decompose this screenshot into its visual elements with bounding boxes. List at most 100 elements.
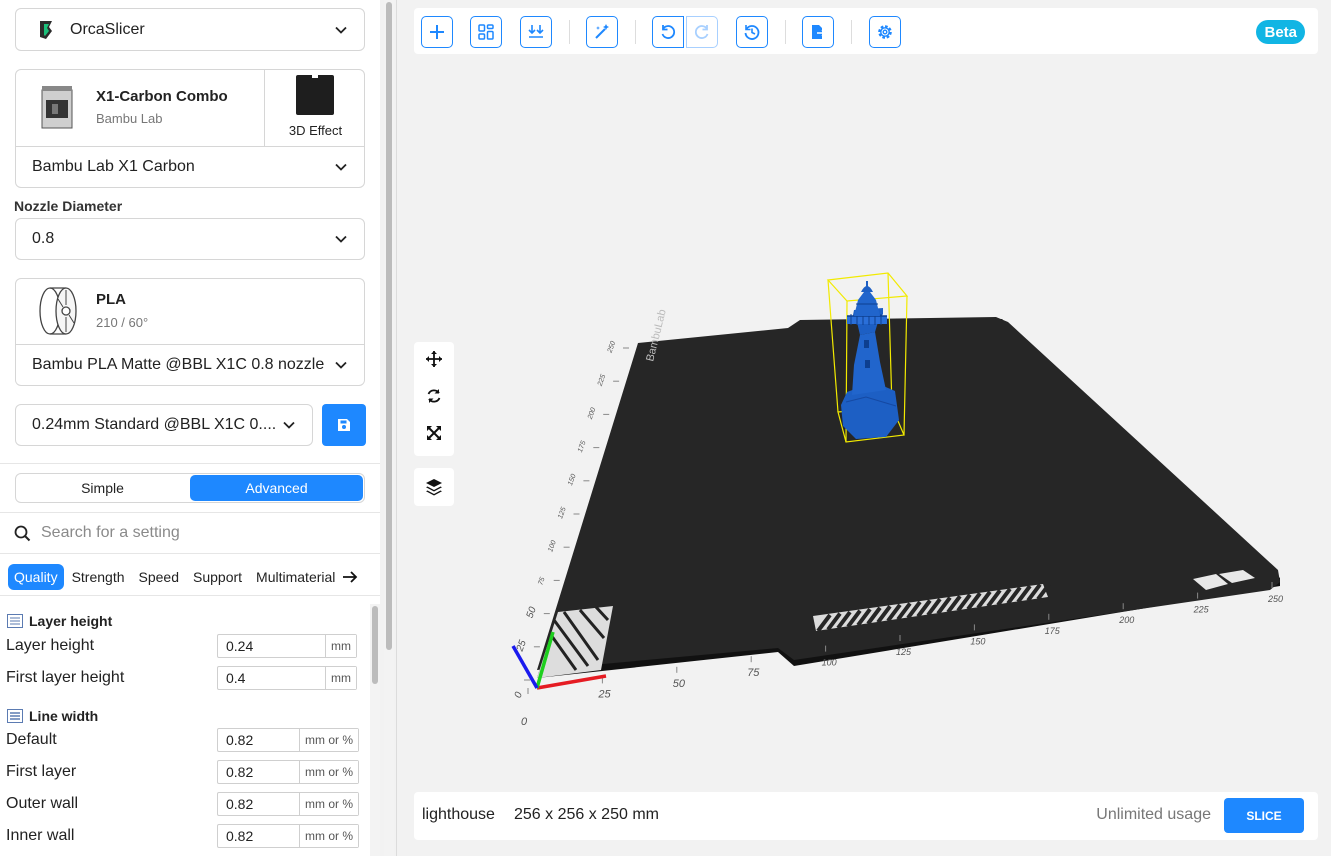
usage-label: Unlimited usage xyxy=(1096,806,1211,823)
tab-support[interactable]: Support xyxy=(187,564,248,590)
arrow-right-icon[interactable] xyxy=(342,570,358,584)
setting-label: Inner wall xyxy=(6,827,75,844)
3d-viewport[interactable]: BambuLab 2550751001251501752002252500 02… xyxy=(398,60,1331,790)
drop-to-bed-button[interactable] xyxy=(520,16,552,48)
setting-label: First layer xyxy=(6,763,77,780)
line-width-icon xyxy=(7,709,23,723)
printer-name: X1-Carbon Combo xyxy=(96,88,228,105)
beta-badge: Beta xyxy=(1256,20,1305,44)
object-size: 256 x 256 x 250 mm xyxy=(514,806,659,823)
rotate-tool[interactable] xyxy=(424,386,444,406)
x-axis-tick-label: 100 xyxy=(822,658,837,668)
nozzle-diameter-select[interactable]: 0.8 xyxy=(15,218,365,260)
chevron-down-icon xyxy=(335,26,347,34)
printer-model-label: Bambu Lab X1 Carbon xyxy=(32,158,195,175)
setting-label: Outer wall xyxy=(6,795,79,812)
settings-tabs: Quality Strength Speed Support Multimate… xyxy=(0,558,380,596)
tab-strength[interactable]: Strength xyxy=(66,564,131,590)
download-to-bed-icon xyxy=(528,25,544,38)
line-width-first-layer-field[interactable]: 0.82 mm or % xyxy=(217,760,359,784)
settings-scrollbar[interactable] xyxy=(370,604,380,856)
rotate-icon xyxy=(427,389,441,403)
search-icon xyxy=(14,525,31,541)
settings-list: Layer height Layer height 0.24 mm First … xyxy=(0,604,368,856)
y-axis-tick-label: 150 xyxy=(567,473,578,486)
filament-type: PLA xyxy=(96,291,126,308)
printer-thumbnail-icon xyxy=(41,86,73,129)
printer-model-select[interactable]: Bambu Lab X1 Carbon xyxy=(16,147,364,187)
x-axis-tick-label: 0 xyxy=(521,716,528,728)
x-axis-tick-label: 125 xyxy=(896,647,912,657)
redo-icon xyxy=(694,25,709,39)
plate-type-button[interactable]: 3D Effect xyxy=(264,70,366,146)
first-layer-height-field[interactable]: 0.4 mm xyxy=(217,666,357,690)
tab-multimaterial[interactable]: Multimaterial xyxy=(250,564,338,590)
y-axis-tick-label: 175 xyxy=(577,440,588,453)
chevron-down-icon xyxy=(335,361,347,369)
export-button[interactable] xyxy=(802,16,834,48)
section-line-width: Line width xyxy=(7,708,98,724)
printer-card: X1-Carbon Combo Bambu Lab 3D Effect Bamb… xyxy=(15,69,365,188)
settings-search-input[interactable] xyxy=(39,523,343,543)
line-width-outer-wall-field[interactable]: 0.82 mm or % xyxy=(217,792,359,816)
auto-orient-button[interactable] xyxy=(586,16,618,48)
setting-label: Layer height xyxy=(6,637,95,654)
line-width-inner-wall-field[interactable]: 0.82 mm or % xyxy=(217,824,359,848)
setting-label: Default xyxy=(6,731,57,748)
tab-quality[interactable]: Quality xyxy=(8,563,64,590)
fullscreen-icon xyxy=(427,426,441,440)
grid-icon xyxy=(478,24,494,40)
move-arrows-icon xyxy=(426,351,442,367)
file-export-icon xyxy=(812,25,826,39)
history-button[interactable] xyxy=(736,16,768,48)
y-axis-tick-label: 125 xyxy=(557,506,568,519)
save-profile-button[interactable] xyxy=(322,404,366,446)
magic-wand-icon xyxy=(595,24,609,39)
app-selector-label: OrcaSlicer xyxy=(70,20,145,38)
redo-button[interactable] xyxy=(686,16,718,48)
line-width-default-field[interactable]: 0.82 mm or % xyxy=(217,728,359,752)
y-axis-tick-label: 75 xyxy=(537,576,546,586)
x-axis-tick-label: 150 xyxy=(970,636,985,646)
mode-advanced-button[interactable]: Advanced xyxy=(190,475,363,501)
plus-icon xyxy=(430,25,444,39)
object-name: lighthouse xyxy=(422,806,495,823)
view-tools xyxy=(414,342,454,456)
process-profile-select[interactable]: 0.24mm Standard @BBL X1C 0.... xyxy=(15,404,313,446)
sidebar-scrollbar[interactable] xyxy=(384,0,394,856)
x-axis-tick-label: 225 xyxy=(1193,605,1210,615)
top-toolbar: Beta xyxy=(414,8,1318,54)
move-tool[interactable] xyxy=(424,349,444,369)
scale-tool[interactable] xyxy=(424,423,444,443)
tab-speed[interactable]: Speed xyxy=(133,564,185,590)
x-axis-tick-label: 200 xyxy=(1118,615,1134,625)
undo-button[interactable] xyxy=(652,16,684,48)
nozzle-diameter-value: 0.8 xyxy=(32,230,55,247)
x-axis-tick-label: 250 xyxy=(1267,594,1283,604)
y-axis-tick-label: 250 xyxy=(606,340,617,354)
layer-height-icon xyxy=(7,614,23,628)
history-icon xyxy=(744,25,760,40)
layers-icon xyxy=(426,479,442,496)
slice-button[interactable]: SLICE xyxy=(1224,798,1304,833)
layers-button[interactable] xyxy=(414,468,454,506)
mode-simple-button[interactable]: Simple xyxy=(16,474,189,502)
plate-type-label: 3D Effect xyxy=(288,123,343,138)
arrange-button[interactable] xyxy=(470,16,502,48)
chevron-down-icon xyxy=(335,163,347,171)
sidebar: OrcaSlicer X1-Carbon Combo Bambu Lab 3D … xyxy=(0,0,380,856)
setting-label: First layer height xyxy=(6,669,125,686)
settings-button[interactable] xyxy=(869,16,901,48)
build-plate-icon xyxy=(296,75,334,115)
filament-spool-icon xyxy=(39,287,77,335)
add-model-button[interactable] xyxy=(421,16,453,48)
x-axis-tick-label: 25 xyxy=(597,688,611,700)
orcaslicer-logo-icon xyxy=(40,20,52,39)
undo-icon xyxy=(661,25,676,39)
filament-profile-select[interactable]: Bambu PLA Matte @BBL X1C 0.8 nozzle xyxy=(16,345,364,385)
app-selector[interactable]: OrcaSlicer xyxy=(15,8,365,51)
chevron-down-icon xyxy=(335,235,347,243)
layer-height-field[interactable]: 0.24 mm xyxy=(217,634,357,658)
section-layer-height: Layer height xyxy=(7,613,112,629)
settings-search xyxy=(0,512,380,554)
